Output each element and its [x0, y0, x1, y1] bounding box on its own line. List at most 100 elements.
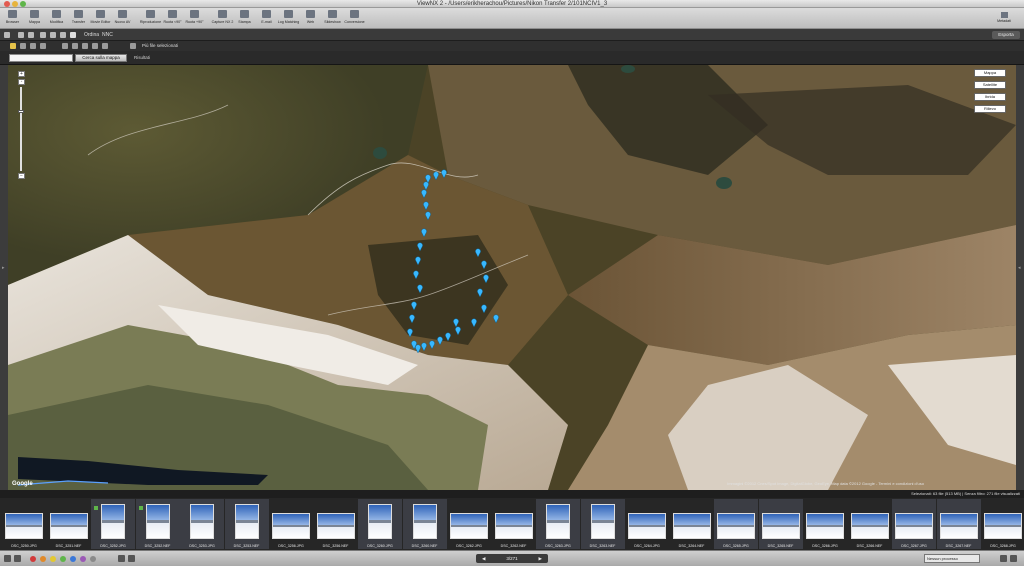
- photo-marker[interactable]: [423, 201, 429, 211]
- photo-marker[interactable]: [481, 304, 487, 314]
- photo-marker[interactable]: [493, 314, 499, 324]
- map-view-icon[interactable]: [70, 32, 76, 38]
- filmstrip-thumbnail[interactable]: DSC_3252.NEF: [135, 499, 180, 549]
- filmstrip-thumbnail[interactable]: DSC_3264.NEF: [670, 499, 714, 549]
- filmstrip-view-icon[interactable]: [60, 32, 66, 38]
- photo-marker[interactable]: [417, 242, 423, 252]
- photo-marker[interactable]: [423, 181, 429, 191]
- toolbar-button-mail[interactable]: E-mail: [256, 8, 277, 29]
- grid-toggle-icon[interactable]: [4, 555, 11, 562]
- filmstrip-thumbnail[interactable]: DSC_3260.NEF: [402, 499, 447, 549]
- photo-tool-icon[interactable]: [82, 43, 88, 49]
- photo-marker[interactable]: [413, 270, 419, 280]
- filmstrip-thumbnail[interactable]: DSC_3263.NEF: [580, 499, 625, 549]
- map-search-input[interactable]: [9, 54, 73, 62]
- photo-marker[interactable]: [453, 318, 459, 328]
- photo-marker[interactable]: [417, 284, 423, 294]
- expand-right-icon[interactable]: ◂: [1018, 265, 1021, 271]
- photo-marker[interactable]: [437, 336, 443, 346]
- photo-marker[interactable]: [411, 301, 417, 311]
- crosshair-icon[interactable]: [130, 43, 136, 49]
- right-panel-collapsed[interactable]: ◂: [1016, 65, 1024, 490]
- toolbar-button-audio-video[interactable]: Nuovo AV: [112, 8, 133, 29]
- rotate-icon[interactable]: [118, 555, 125, 562]
- list-view-icon[interactable]: [50, 32, 56, 38]
- satellite-map[interactable]: + ◦ − Mappa Satellite Ibrida Rilievo Google…: [8, 65, 1016, 490]
- photo-marker[interactable]: [475, 248, 481, 258]
- filmstrip-thumbnail[interactable]: DSC_3266.JPG: [803, 499, 847, 549]
- info-tool-icon[interactable]: [102, 43, 108, 49]
- photo-marker[interactable]: [421, 189, 427, 199]
- photo-marker[interactable]: [415, 256, 421, 266]
- add-point-tool-icon[interactable]: [30, 43, 36, 49]
- filmstrip-thumbnail[interactable]: DSC_3267.JPG: [892, 499, 936, 549]
- process-select[interactable]: Nessun processo: [924, 554, 980, 563]
- filmstrip-thumbnail[interactable]: DSC_3252.JPG: [91, 499, 135, 549]
- photo-marker[interactable]: [421, 228, 427, 238]
- home-tool-icon[interactable]: [92, 43, 98, 49]
- filmstrip-thumbnail[interactable]: DSC_3253.NEF: [224, 499, 269, 549]
- grid-view-icon[interactable]: [40, 32, 46, 38]
- next-image-icon[interactable]: ▶: [539, 554, 542, 563]
- photo-marker[interactable]: [425, 211, 431, 221]
- photo-marker[interactable]: [433, 171, 439, 181]
- thumbnail-size-icon[interactable]: [14, 555, 21, 562]
- toolbar-button-movie-editor[interactable]: Movie Editor: [90, 8, 111, 29]
- filmstrip-thumbnail[interactable]: DSC_3260.JPG: [358, 499, 402, 549]
- trail-tool-icon[interactable]: [40, 43, 46, 49]
- toolbar-button-log-matching[interactable]: Log Matching: [278, 8, 299, 29]
- filmstrip-thumbnail[interactable]: DSC_3265.JPG: [714, 499, 758, 549]
- filmstrip-thumbnail[interactable]: DSC_3268.JPG: [981, 499, 1024, 549]
- table-tool-icon[interactable]: [72, 43, 78, 49]
- photo-marker[interactable]: [477, 288, 483, 298]
- toolbar-button-map[interactable]: Mappa: [24, 8, 45, 29]
- list-tool-icon[interactable]: [62, 43, 68, 49]
- settings-icon[interactable]: [1010, 555, 1017, 562]
- photo-marker[interactable]: [481, 260, 487, 270]
- export-button[interactable]: Esporta: [992, 31, 1020, 39]
- toolbar-button-play[interactable]: Riproduzione: [140, 8, 161, 29]
- toolbar-button-rotate-left[interactable]: Ruota <90°: [162, 8, 183, 29]
- search-map-button[interactable]: Cerca sulla mappa: [75, 54, 127, 62]
- photo-marker[interactable]: [429, 340, 435, 350]
- toolbar-button-web[interactable]: Web: [300, 8, 321, 29]
- toolbar-button-browser[interactable]: Browser: [2, 8, 23, 29]
- filmstrip-thumbnail[interactable]: DSC_3263.JPG: [536, 499, 580, 549]
- filmstrip-thumbnail[interactable]: DSC_3265.NEF: [758, 499, 803, 549]
- toolbar-button-transfer[interactable]: Transfer: [68, 8, 89, 29]
- photo-marker[interactable]: [455, 326, 461, 336]
- photo-marker[interactable]: [409, 314, 415, 324]
- toolbar-button-rotate-right[interactable]: Ruota +90°: [184, 8, 205, 29]
- previous-image-icon[interactable]: ◀: [482, 554, 485, 563]
- cursor-tool-icon[interactable]: [10, 43, 16, 49]
- back-icon[interactable]: [18, 32, 24, 38]
- filmstrip-thumbnail[interactable]: DSC_3267.NEF: [936, 499, 981, 549]
- photo-marker[interactable]: [483, 274, 489, 284]
- filmstrip-thumbnail[interactable]: DSC_3262.NEF: [492, 499, 536, 549]
- toolbar-button-convert[interactable]: Conversione: [344, 8, 365, 29]
- metadata-button[interactable]: Metadati: [990, 12, 1018, 24]
- photo-marker[interactable]: [407, 328, 413, 338]
- filmstrip-thumbnail[interactable]: DSC_3266.NEF: [848, 499, 892, 549]
- filmstrip-thumbnail[interactable]: DSC_3264.JPG: [625, 499, 669, 549]
- toolbar-button-slideshow[interactable]: Slideshow: [322, 8, 343, 29]
- label-icon[interactable]: [128, 555, 135, 562]
- toolbar-button-capture-nx[interactable]: Capture NX 2: [212, 8, 233, 29]
- filmstrip-thumbnail[interactable]: DSC_3256.NEF: [314, 499, 358, 549]
- filmstrip-thumbnail[interactable]: DSC_3253.JPG: [180, 499, 224, 549]
- filmstrip-thumbnail[interactable]: DSC_3250.JPG: [2, 499, 46, 549]
- filmstrip-thumbnail[interactable]: DSC_3251.NEF: [47, 499, 91, 549]
- toolbar-button-print[interactable]: Stampa: [234, 8, 255, 29]
- filmstrip-thumbnail[interactable]: DSC_3262.JPG: [447, 499, 491, 549]
- photo-marker[interactable]: [471, 318, 477, 328]
- photo-marker[interactable]: [415, 344, 421, 354]
- label-color-button[interactable]: [80, 556, 86, 562]
- left-panel-collapsed[interactable]: ▸: [0, 65, 8, 490]
- sort-value[interactable]: NNC: [102, 29, 113, 41]
- expand-left-icon[interactable]: ▸: [2, 265, 5, 271]
- label-color-button[interactable]: [70, 556, 76, 562]
- photo-marker[interactable]: [421, 342, 427, 352]
- filmstrip-thumbnail[interactable]: DSC_3256.JPG: [269, 499, 313, 549]
- forward-icon[interactable]: [28, 32, 34, 38]
- label-color-button[interactable]: [60, 556, 66, 562]
